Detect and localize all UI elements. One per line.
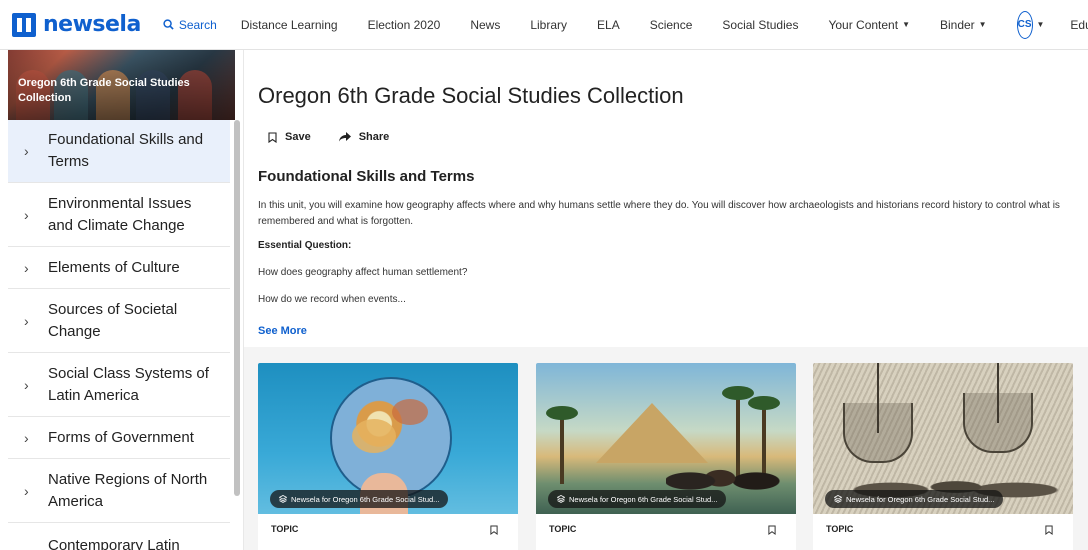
- caret-down-icon: ▼: [902, 20, 910, 29]
- unit-description: In this unit, you will examine how geogr…: [258, 200, 1060, 227]
- card-type-label: TOPIC: [549, 524, 577, 534]
- collection-actions: Save Share: [268, 131, 417, 143]
- card-image-pyramid: Newsela for Oregon 6th Grade Social Stud…: [536, 363, 796, 514]
- chevron-right-icon: ›: [24, 482, 29, 499]
- chevron-right-icon: ›: [24, 206, 29, 223]
- chevron-right-icon: ›: [24, 312, 29, 329]
- sidebar-item-label: Forms of Government: [48, 428, 194, 446]
- logo-mark-icon: [12, 12, 36, 37]
- caret-down-icon: ▼: [978, 20, 987, 29]
- sidebar-item-contemporary-latin[interactable]: Contemporary Latin: [8, 523, 230, 550]
- nav-election-2020[interactable]: Election 2020: [368, 18, 441, 32]
- topic-card[interactable]: Newsela for Oregon 6th Grade Social Stud…: [536, 363, 796, 550]
- essential-question-label: Essential Question:: [258, 240, 352, 251]
- section-title: Foundational Skills and Terms: [258, 168, 475, 185]
- chevron-right-icon: ›: [24, 143, 29, 159]
- page-title: Oregon 6th Grade Social Studies Collecti…: [258, 83, 684, 108]
- sidebar-item-label: Environmental Issues and Climate Change: [48, 194, 192, 234]
- card-source-tag: Newsela for Oregon 6th Grade Social Stud…: [548, 490, 727, 508]
- share-arrow-icon: [338, 132, 351, 142]
- share-label: Share: [358, 131, 390, 143]
- layers-icon: [557, 495, 565, 503]
- share-button[interactable]: Share: [338, 131, 390, 143]
- sidebar-item-foundational-skills[interactable]: › Foundational Skills and Terms: [8, 120, 230, 183]
- collection-sidebar: Oregon 6th Grade Social Studies Collecti…: [0, 50, 244, 550]
- mast-illustration: [877, 363, 879, 433]
- logo-text: newsela: [43, 12, 141, 37]
- sidebar-item-elements-of-culture[interactable]: › Elements of Culture: [8, 247, 230, 289]
- see-more-link[interactable]: See More: [258, 325, 307, 337]
- bookmark-icon[interactable]: [768, 525, 776, 535]
- card-type-label: TOPIC: [826, 524, 854, 534]
- sidebar-item-environmental-issues[interactable]: › Environmental Issues and Climate Chang…: [8, 183, 230, 247]
- pyramid-illustration: [596, 403, 708, 463]
- card-tag-label: Newsela for Oregon 6th Grade Social Stud…: [569, 494, 718, 504]
- nav-search-label: Search: [178, 17, 217, 32]
- nav-your-content[interactable]: Your Content ▼: [828, 18, 910, 32]
- sidebar-item-label: Social Class Systems of Latin America: [48, 364, 209, 404]
- sidebar-item-native-regions[interactable]: › Native Regions of North America: [8, 459, 230, 523]
- nav-social-studies[interactable]: Social Studies: [722, 18, 798, 32]
- nav-science[interactable]: Science: [650, 18, 693, 32]
- topic-card[interactable]: Newsela for Oregon 6th Grade Social Stud…: [258, 363, 518, 550]
- card-footer: TOPIC: [536, 514, 796, 550]
- collection-main: Oregon 6th Grade Social Studies Collecti…: [244, 50, 1088, 550]
- card-footer: TOPIC: [258, 514, 518, 550]
- nav-news[interactable]: News: [470, 18, 500, 32]
- sidebar-item-label: Contemporary Latin: [48, 537, 180, 550]
- sidebar-topic-list: › Foundational Skills and Terms › Enviro…: [8, 120, 230, 550]
- sidebar-item-forms-of-government[interactable]: › Forms of Government: [8, 417, 230, 459]
- nav-library[interactable]: Library: [530, 18, 567, 32]
- user-avatar[interactable]: CS: [1016, 10, 1033, 39]
- top-navigation: newsela Search Distance Learning Electio…: [0, 0, 1088, 50]
- chevron-right-icon: ›: [24, 429, 29, 446]
- search-icon: [163, 19, 174, 30]
- card-image-globe: Newsela for Oregon 6th Grade Social Stud…: [258, 363, 518, 514]
- nav-educator-center[interactable]: Educator Center: [1070, 18, 1088, 32]
- card-footer: TOPIC: [813, 514, 1073, 550]
- nav-binder[interactable]: Binder ▼: [940, 18, 987, 32]
- nav-distance-learning[interactable]: Distance Learning: [241, 18, 338, 32]
- chevron-right-icon: ›: [24, 259, 29, 276]
- save-label: Save: [285, 131, 311, 143]
- chevron-right-icon: ›: [24, 376, 29, 393]
- nav-ela[interactable]: ELA: [597, 18, 620, 32]
- essential-question-2: How do we record when events...: [258, 294, 406, 305]
- essential-question-1: How does geography affect human settleme…: [258, 267, 468, 278]
- sidebar-item-label: Native Regions of North America: [48, 470, 208, 510]
- bookmark-icon[interactable]: [490, 525, 498, 535]
- layers-icon: [279, 495, 287, 503]
- card-image-engraving: Newsela for Oregon 6th Grade Social Stud…: [813, 363, 1073, 514]
- card-tag-label: Newsela for Oregon 6th Grade Social Stud…: [846, 494, 995, 504]
- sidebar-item-label: Elements of Culture: [48, 258, 180, 276]
- nav-search-link[interactable]: Search: [163, 18, 217, 32]
- card-type-label: TOPIC: [271, 524, 299, 534]
- bookmark-icon: [268, 131, 277, 143]
- sidebar-item-label: Foundational Skills and Terms: [48, 131, 204, 170]
- card-source-tag: Newsela for Oregon 6th Grade Social Stud…: [270, 490, 449, 508]
- sidebar-banner-title: Oregon 6th Grade Social Studies Collecti…: [18, 77, 190, 104]
- nav-binder-label: Binder: [939, 17, 975, 32]
- card-tag-label: Newsela for Oregon 6th Grade Social Stud…: [291, 494, 440, 504]
- sidebar-banner[interactable]: Oregon 6th Grade Social Studies Collecti…: [8, 50, 235, 120]
- topic-card[interactable]: Newsela for Oregon 6th Grade Social Stud…: [813, 363, 1073, 550]
- save-button[interactable]: Save: [268, 131, 311, 143]
- card-source-tag: Newsela for Oregon 6th Grade Social Stud…: [825, 490, 1004, 508]
- palm-tree-illustration: [546, 406, 578, 484]
- avatar-caret-down-icon[interactable]: ▼: [1037, 20, 1045, 29]
- bookmark-icon[interactable]: [1045, 525, 1053, 535]
- mast-illustration: [997, 363, 999, 423]
- layers-icon: [834, 495, 842, 503]
- sidebar-item-sources-of-societal-change[interactable]: › Sources of Societal Change: [8, 289, 230, 353]
- nav-your-content-label: Your Content: [828, 17, 899, 32]
- sidebar-scrollbar[interactable]: [234, 120, 240, 496]
- sidebar-item-social-class-systems[interactable]: › Social Class Systems of Latin America: [8, 353, 230, 417]
- sidebar-item-label: Sources of Societal Change: [48, 300, 178, 340]
- topic-cards-area: Newsela for Oregon 6th Grade Social Stud…: [244, 347, 1088, 550]
- newsela-logo[interactable]: newsela: [12, 12, 141, 37]
